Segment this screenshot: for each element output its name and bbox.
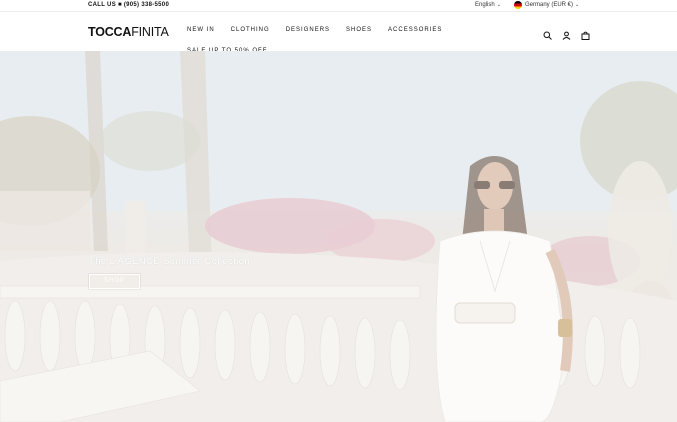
country-selector[interactable]: Germany (EUR €) ⌄	[514, 1, 579, 9]
shop-button[interactable]: SHOP	[89, 274, 140, 289]
language-label: English	[475, 2, 495, 8]
call-us-link[interactable]: CALL US ■ (905) 338-5500	[88, 2, 169, 8]
nav-shoes[interactable]: SHOES	[346, 21, 372, 39]
nav-designers[interactable]: DESIGNERS	[286, 21, 330, 39]
hero-banner[interactable]: The L'AGENCE Summer Collection SHOP	[0, 51, 677, 422]
site-header: TOCCAFINITA NEW IN CLOTHING DESIGNERS SHOES…	[0, 11, 677, 54]
germany-flag-icon	[514, 1, 522, 9]
cart-icon[interactable]	[581, 27, 590, 40]
chevron-down-icon: ⌄	[496, 2, 501, 8]
hero-headline: The L'AGENCE Summer Collection	[89, 256, 251, 267]
utility-bar: CALL US ■ (905) 338-5500 English ⌄ German…	[0, 0, 677, 11]
language-selector[interactable]: English ⌄	[475, 2, 501, 8]
nav-clothing[interactable]: CLOTHING	[231, 21, 270, 39]
header-icons	[543, 27, 590, 40]
search-icon[interactable]	[543, 27, 552, 40]
account-icon[interactable]	[562, 27, 571, 40]
chevron-down-icon: ⌄	[575, 2, 580, 8]
nav-new-in[interactable]: NEW IN	[187, 21, 215, 39]
country-label: Germany (EUR €)	[525, 2, 574, 8]
nav-accessories[interactable]: ACCESSORIES	[388, 21, 442, 39]
hero-image	[0, 51, 677, 422]
site-logo[interactable]: TOCCAFINITA	[88, 25, 169, 39]
